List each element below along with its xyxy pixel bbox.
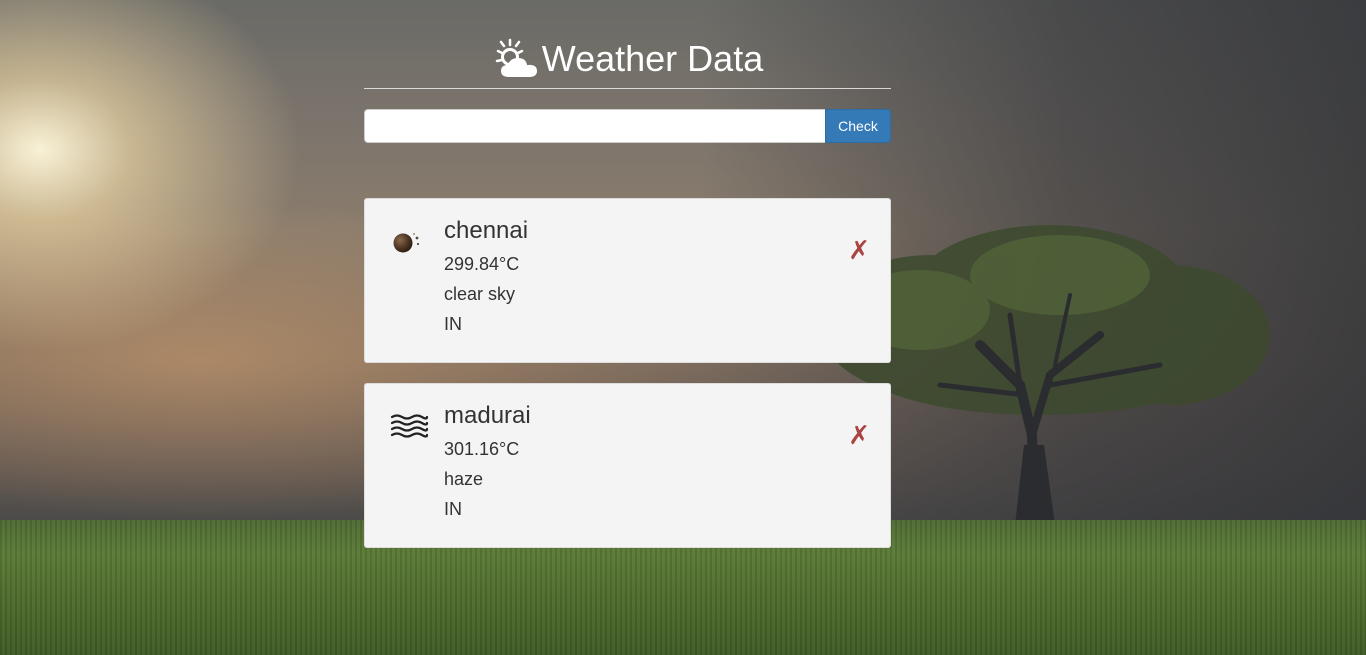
- weather-card: chennai 299.84°C clear sky IN ✗: [364, 198, 891, 363]
- check-button[interactable]: Check: [825, 109, 891, 143]
- city-search-input[interactable]: [364, 109, 825, 143]
- country-code: IN: [444, 499, 462, 519]
- haze-icon: [390, 414, 429, 438]
- weather-description: haze: [444, 469, 484, 489]
- temperature-value: 299.84°C: [444, 254, 520, 274]
- weather-description: clear sky: [444, 284, 516, 304]
- temperature-value: 301.16°C: [444, 439, 520, 459]
- weather-details: madurai 301.16°C haze IN: [444, 402, 531, 524]
- weather-app: Weather Data Check chennai 299.84°C clea…: [364, 30, 891, 548]
- city-name: madurai: [444, 402, 531, 429]
- page-title: Weather Data: [541, 38, 764, 79]
- remove-card-button[interactable]: ✗: [848, 237, 870, 265]
- moon-icon: [393, 233, 420, 253]
- sun-behind-cloud-icon: [495, 38, 537, 77]
- weather-details: chennai 299.84°C clear sky IN: [444, 217, 528, 339]
- city-name: chennai: [444, 217, 529, 244]
- page-header: Weather Data: [364, 30, 891, 89]
- remove-card-button[interactable]: ✗: [848, 422, 870, 450]
- weather-card: madurai 301.16°C haze IN ✗: [364, 383, 891, 548]
- search-bar: Check: [364, 109, 891, 143]
- country-code: IN: [444, 314, 462, 334]
